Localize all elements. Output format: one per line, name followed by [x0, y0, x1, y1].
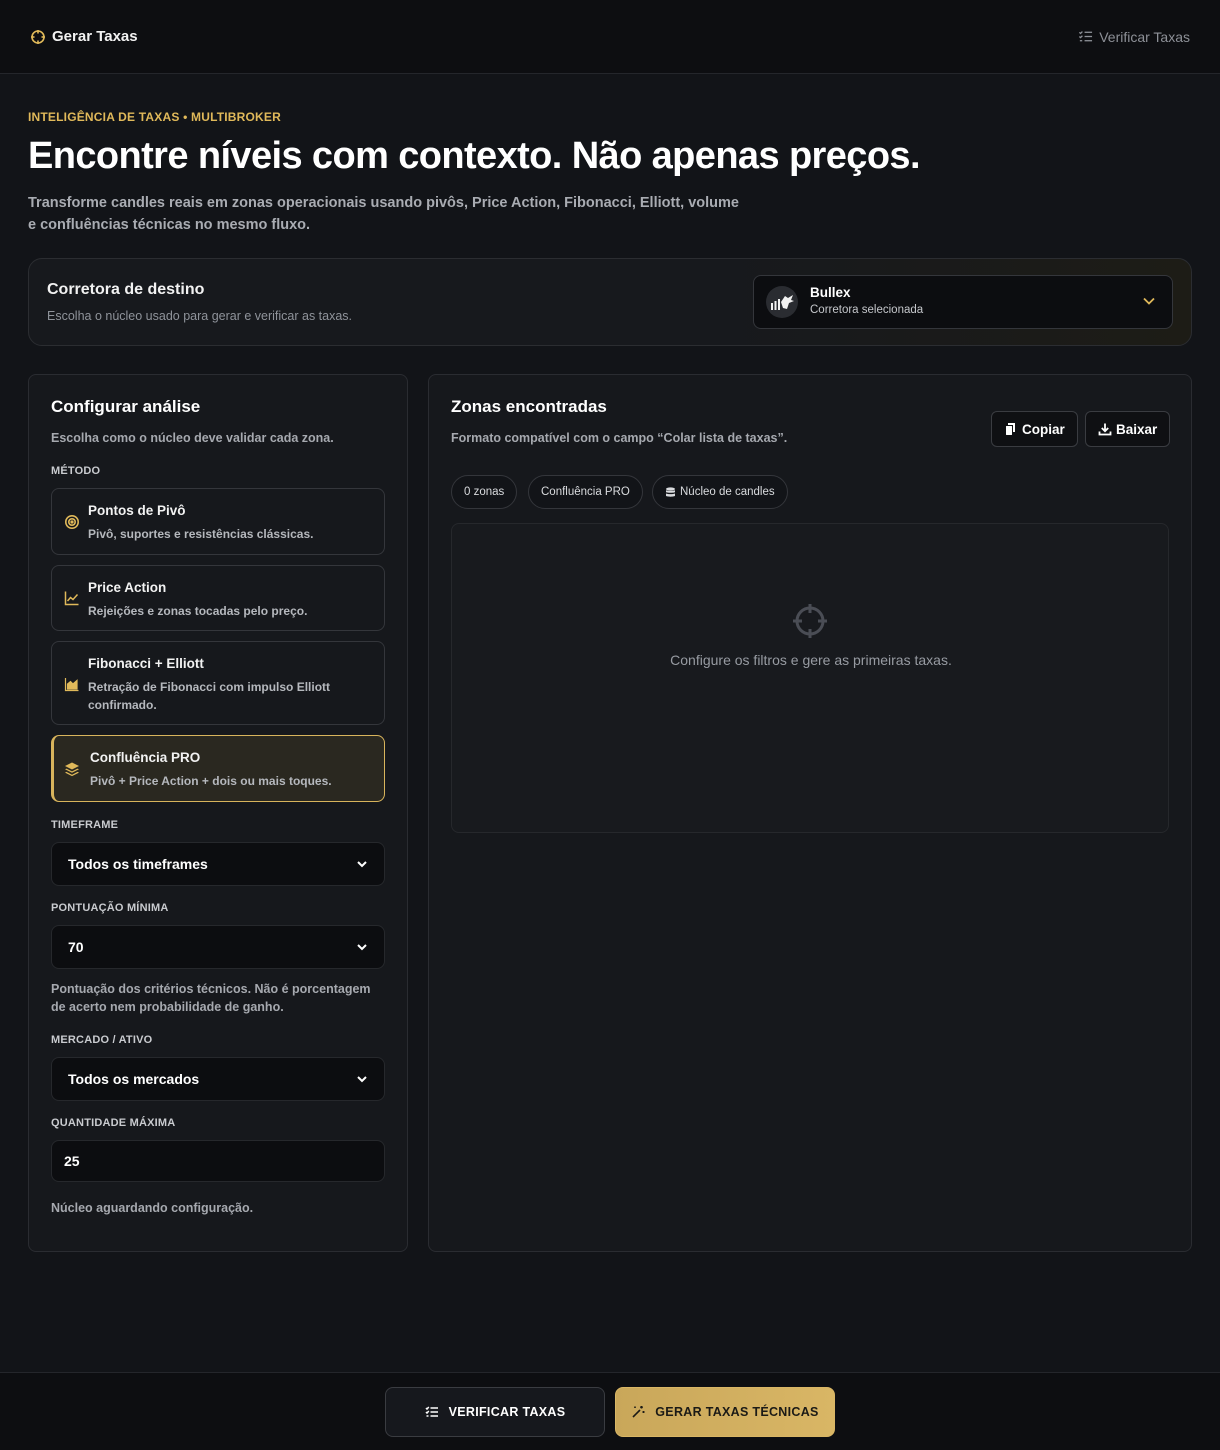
crosshair-icon: [793, 604, 827, 638]
zones-panel: Zonas encontradas Formato compatível com…: [428, 374, 1192, 1252]
checklist-icon: [425, 1406, 438, 1417]
broker-description: Escolha o núcleo usado para gerar e veri…: [47, 309, 353, 323]
market-value: Todos os mercados: [68, 1071, 200, 1087]
method-label: MÉTODO: [51, 465, 101, 477]
candle-core-chip: Núcleo de candles: [652, 475, 788, 509]
method-title: Fibonacci + Elliott: [88, 656, 204, 671]
timeframe-value: Todos os timeframes: [68, 856, 208, 872]
checklist-icon: [1079, 31, 1093, 42]
core-status-text: Núcleo aguardando configuração.: [51, 1201, 254, 1215]
verify-taxes-link[interactable]: Verificar Taxas: [1078, 29, 1190, 45]
method-description: Pivô, suportes e resistências clássicas.: [88, 527, 314, 541]
zones-empty-state: Configure os filtros e gere as primeiras…: [451, 523, 1169, 833]
hero: INTELIGÊNCIA DE TAXAS • MULTIBROKER Enco…: [28, 110, 1188, 236]
chevron-down-icon: [357, 861, 367, 868]
bottom-action-bar: VERIFICAR TAXAS GERAR TAXAS TÉCNICAS: [0, 1372, 1220, 1450]
chevron-down-icon: [357, 1076, 367, 1083]
chevron-down-icon: [357, 944, 367, 951]
config-title: Configurar análise: [51, 397, 201, 416]
download-button[interactable]: Baixar: [1085, 411, 1171, 447]
method-option-price-action[interactable]: Price Action Rejeições e zonas tocadas p…: [51, 565, 385, 631]
max-quantity-input[interactable]: 25: [51, 1140, 385, 1182]
crosshair-icon: [31, 29, 45, 44]
empty-state-text: Configure os filtros e gere as primeiras…: [670, 652, 952, 668]
verify-taxes-label: Verificar Taxas: [1099, 28, 1190, 45]
min-score-select[interactable]: 70: [51, 925, 385, 969]
method-option-pivot[interactable]: Pontos de Pivô Pivô, suportes e resistên…: [51, 488, 385, 555]
area-chart-icon: [64, 678, 79, 692]
verify-taxes-button[interactable]: VERIFICAR TAXAS: [385, 1387, 605, 1437]
magic-wand-icon: [632, 1406, 645, 1418]
zones-title: Zonas encontradas: [451, 397, 607, 416]
quantity-label: QUANTIDADE MÁXIMA: [51, 1117, 176, 1129]
copy-icon: [1006, 423, 1015, 435]
bull-icon: [771, 295, 794, 310]
score-label: PONTUAÇÃO MÍNIMA: [51, 902, 169, 914]
method-option-fibonacci-elliott[interactable]: Fibonacci + Elliott Retração de Fibonacc…: [51, 641, 385, 725]
copy-button[interactable]: Copiar: [991, 411, 1078, 447]
generate-button-label: GERAR TAXAS TÉCNICAS: [655, 1405, 819, 1419]
page-description: Transforme candles reais em zonas operac…: [28, 195, 739, 233]
database-icon: [666, 486, 675, 497]
generate-technical-taxes-button[interactable]: GERAR TAXAS TÉCNICAS: [615, 1387, 835, 1437]
copy-label: Copiar: [1022, 421, 1065, 437]
line-chart-icon: [64, 591, 79, 606]
brand-label: Gerar Taxas: [52, 28, 138, 45]
max-quantity-value: 25: [64, 1153, 80, 1169]
timeframe-label: TIMEFRAME: [51, 819, 119, 831]
method-description: Pivô + Price Action + dois ou mais toque…: [90, 774, 332, 788]
chip-label: Confluência PRO: [541, 486, 630, 498]
top-bar: Gerar Taxas Verificar Taxas: [0, 0, 1220, 74]
method-chip: Confluência PRO: [528, 475, 643, 509]
chevron-down-icon: [1143, 297, 1155, 305]
method-title: Confluência PRO: [90, 750, 201, 765]
chip-label: Núcleo de candles: [680, 486, 775, 498]
method-description: Rejeições e zonas tocadas pelo preço.: [88, 604, 308, 618]
download-label: Baixar: [1116, 421, 1158, 437]
method-title: Price Action: [88, 580, 167, 595]
verify-taxes-button-label: VERIFICAR TAXAS: [448, 1405, 566, 1419]
config-panel: Configurar análise Escolha como o núcleo…: [28, 374, 408, 1252]
chip-label: 0 zonas: [464, 486, 505, 498]
download-icon: [1098, 423, 1112, 436]
method-description: Retração de Fibonacci com impulso Elliot…: [88, 680, 331, 712]
broker-name: Bullex: [810, 285, 851, 300]
timeframe-select[interactable]: Todos os timeframes: [51, 842, 385, 886]
market-select[interactable]: Todos os mercados: [51, 1057, 385, 1101]
broker-title: Corretora de destino: [47, 281, 205, 298]
brand[interactable]: Gerar Taxas: [30, 28, 138, 45]
zones-subtitle: Formato compatível com o campo “Colar li…: [451, 431, 788, 445]
broker-select[interactable]: Bullex Corretora selecionada: [753, 275, 1173, 329]
broker-card: Corretora de destino Escolha o núcleo us…: [28, 258, 1192, 346]
market-label: MERCADO / ATIVO: [51, 1034, 153, 1046]
min-score-value: 70: [68, 939, 84, 955]
broker-subtitle: Corretora selecionada: [810, 304, 924, 316]
eyebrow: INTELIGÊNCIA DE TAXAS • MULTIBROKER: [28, 110, 281, 124]
method-option-confluence-pro[interactable]: Confluência PRO Pivô + Price Action + do…: [51, 735, 385, 802]
page-title: Encontre níveis com contexto. Não apenas…: [28, 135, 921, 177]
config-subtitle: Escolha como o núcleo deve validar cada …: [51, 431, 334, 445]
zone-count-chip: 0 zonas: [451, 475, 518, 509]
target-icon: [65, 515, 79, 529]
bullex-logo: [766, 286, 798, 318]
layers-icon: [65, 762, 79, 777]
score-help-text: Pontuação dos critérios técnicos. Não é …: [51, 982, 371, 1014]
method-title: Pontos de Pivô: [88, 503, 186, 518]
